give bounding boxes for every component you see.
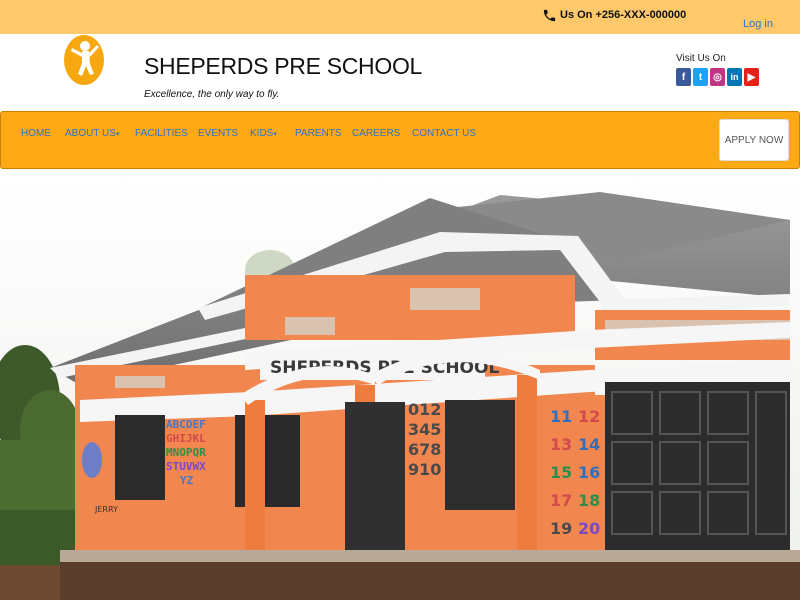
pillar-number: 19: [550, 519, 572, 538]
pillar-number: 11: [550, 407, 572, 426]
phone-text: Us On +256-XXX-000000: [560, 9, 687, 21]
pillar-number: 15: [550, 463, 572, 482]
login-link[interactable]: Log in: [743, 18, 773, 30]
wall-letters-row: ABCDEF: [166, 418, 206, 431]
wall-letters-row: GHIJKL: [166, 432, 206, 445]
top-bar: Us On +256-XXX-000000 Log in: [0, 0, 800, 34]
pillar-number: 14: [578, 435, 600, 454]
wall-letters-row: STUVWX: [166, 460, 206, 473]
wall-numbers-row: 910: [408, 460, 441, 479]
hero-image: SHEPERDS PRE SCHOOL ABCDEF GHIJKL MNOPQR…: [0, 170, 800, 600]
nav-kids[interactable]: KIDS▾: [250, 128, 295, 139]
nav-about-us-label: ABOUT US: [65, 128, 116, 139]
wall-letters-row: MNOPQR: [166, 446, 206, 459]
pillar-number: 18: [578, 491, 600, 510]
pillar-number: 17: [550, 491, 572, 510]
phone-icon: [543, 9, 556, 21]
school-building-photo: SHEPERDS PRE SCHOOL ABCDEF GHIJKL MNOPQR…: [0, 170, 800, 600]
twitter-icon[interactable]: t: [693, 68, 708, 86]
wall-numbers-row: 012: [408, 400, 441, 419]
pillar-number: 13: [550, 435, 572, 454]
tagline: Excellence, the only way to fly.: [144, 89, 280, 100]
pillar-number: 12: [578, 407, 600, 426]
wall-letters-row: YZ: [180, 474, 194, 487]
nav-facilities[interactable]: FACILITIES: [135, 128, 198, 139]
nav-careers[interactable]: CAREERS: [352, 128, 412, 139]
pillar-number: 20: [578, 519, 600, 538]
brand-header: SHEPERDS PRE SCHOOL Excellence, the only…: [0, 34, 800, 110]
social-links: f t ◎ in ▶: [676, 68, 759, 86]
phone-contact[interactable]: Us On +256-XXX-000000: [542, 4, 686, 26]
main-navbar: HOME ABOUT US▾ FACILITIES EVENTS KIDS▾ P…: [0, 111, 800, 169]
nav-links: HOME ABOUT US▾ FACILITIES EVENTS KIDS▾ P…: [21, 128, 476, 139]
linkedin-icon[interactable]: in: [727, 68, 742, 86]
school-name: SHEPERDS PRE SCHOOL: [144, 53, 423, 79]
instagram-icon[interactable]: ◎: [710, 68, 725, 86]
logo-icon[interactable]: [63, 34, 105, 86]
visit-us-label: Visit Us On: [676, 53, 726, 64]
youtube-icon[interactable]: ▶: [744, 68, 759, 86]
caret-down-icon: ▾: [115, 131, 120, 138]
nav-home[interactable]: HOME: [21, 128, 65, 139]
wall-numbers-row: 345: [408, 420, 441, 439]
nav-parents[interactable]: PARENTS: [295, 128, 352, 139]
facebook-icon[interactable]: f: [676, 68, 691, 86]
nav-contact-us[interactable]: CONTACT US: [412, 128, 476, 139]
pillar-number: 16: [578, 463, 600, 482]
wall-numbers: 012 345 678 910: [408, 400, 441, 479]
metal-gate: [605, 382, 790, 560]
drawing-label: JERRY: [94, 505, 118, 514]
caret-down-icon: ▾: [273, 131, 277, 138]
apply-now-button[interactable]: APPLY NOW: [719, 119, 789, 161]
nav-kids-label: KIDS: [250, 128, 274, 139]
nav-events[interactable]: EVENTS: [198, 128, 250, 139]
nav-about-us[interactable]: ABOUT US▾: [65, 128, 135, 139]
wall-numbers-row: 678: [408, 440, 441, 459]
